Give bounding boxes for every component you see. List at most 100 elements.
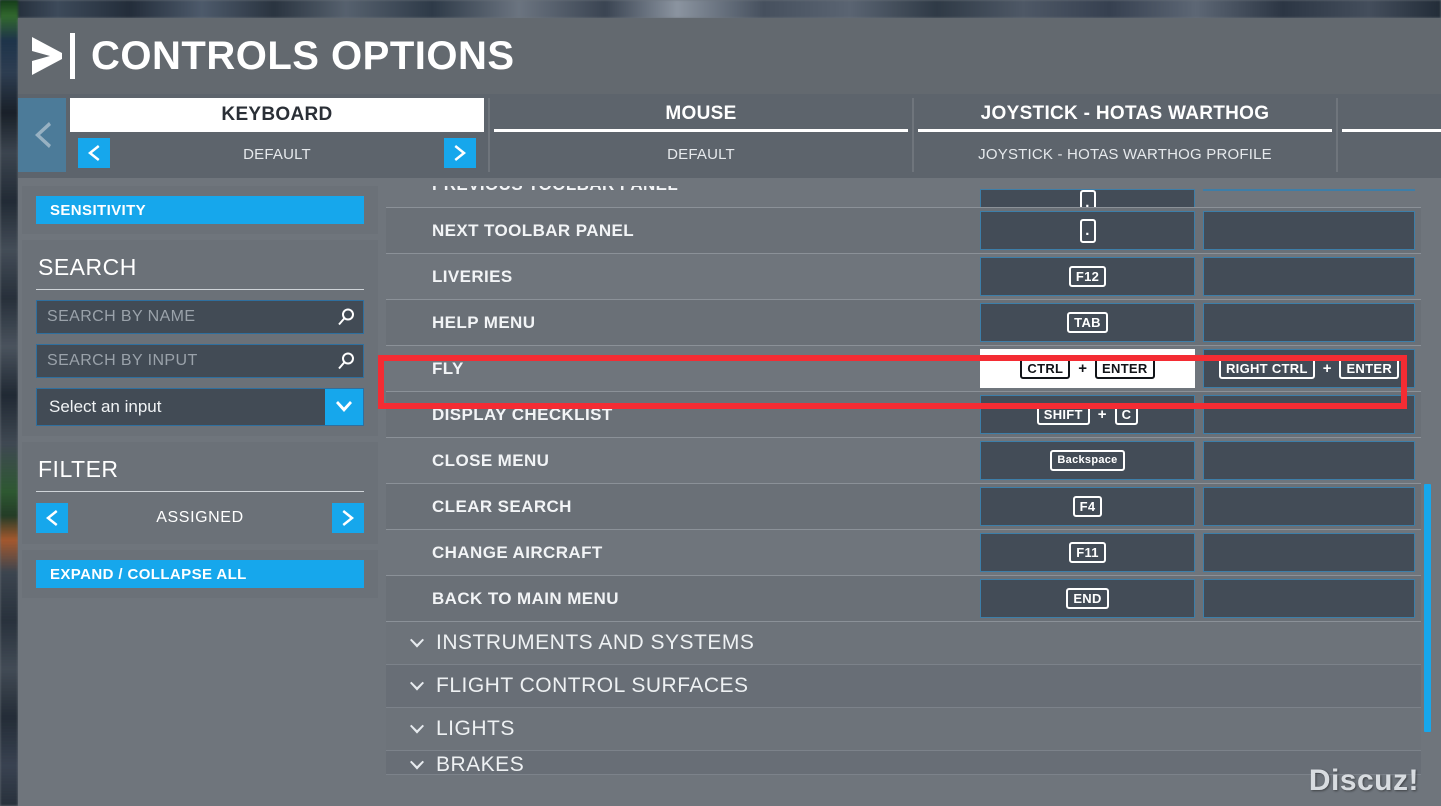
search-by-name-field[interactable] [36, 300, 364, 334]
category-row[interactable]: LIGHTS [386, 708, 1421, 751]
chevron-left-icon [46, 510, 58, 526]
keycap: CTRL [1020, 358, 1071, 379]
table-row[interactable]: PREVIOUS TOOLBAR PANEL. [386, 186, 1421, 208]
category-row[interactable]: INSTRUMENTS AND SYSTEMS [386, 622, 1421, 665]
bindings-scrollbar-thumb[interactable] [1424, 483, 1431, 732]
tab-next-partial[interactable] [1338, 98, 1441, 172]
search-divider [36, 289, 364, 290]
table-row[interactable]: FLY CTRL + ENTER RIGHT CTRL + ENTER [386, 346, 1421, 392]
filter-selector: ASSIGNED [36, 502, 364, 534]
binding-primary-cell[interactable]: SHIFT + C [980, 395, 1195, 434]
table-row[interactable]: CHANGE AIRCRAFT F11 [386, 530, 1421, 576]
tab-mouse[interactable]: MOUSE DEFAULT [490, 98, 914, 172]
binding-secondary-cell[interactable] [1203, 441, 1415, 480]
chevron-down-icon[interactable] [408, 638, 426, 649]
expand-collapse-panel: EXPAND / COLLAPSE ALL [22, 550, 378, 598]
keycap: ENTER [1339, 358, 1400, 379]
keycap: ENTER [1095, 358, 1155, 379]
magnifier-icon[interactable] [336, 351, 356, 371]
binding-secondary-cell[interactable] [1203, 303, 1415, 342]
tab-mouse-profile: DEFAULT [667, 145, 735, 163]
table-row[interactable]: DISPLAY CHECKLIST SHIFT + C [386, 392, 1421, 438]
bindings-scrollbar[interactable] [1420, 186, 1434, 806]
device-tab-bar: KEYBOARD DEFAULT MOUSE DEFAULT JOYSTICK … [18, 94, 1441, 178]
table-row[interactable]: CLEAR SEARCH F4 [386, 484, 1421, 530]
chevron-right-icon [342, 510, 354, 526]
binding-primary-cell[interactable]: F4 [980, 487, 1195, 526]
table-row[interactable]: NEXT TOOLBAR PANEL. [386, 208, 1421, 254]
select-an-input-dropdown[interactable]: Select an input [36, 388, 364, 426]
category-row[interactable]: FLIGHT CONTROL SURFACES [386, 665, 1421, 708]
binding-secondary-cell[interactable] [1203, 579, 1415, 618]
keycap: F11 [1069, 542, 1106, 563]
table-row[interactable]: CLOSE MENU Backspace [386, 438, 1421, 484]
binding-action-name: PREVIOUS TOOLBAR PANEL [386, 186, 976, 207]
filter-next-button[interactable] [332, 503, 364, 533]
binding-primary-cell[interactable]: F12 [980, 257, 1195, 296]
tab-joystick-profile: JOYSTICK - HOTAS WARTHOG PROFILE [978, 145, 1272, 163]
chevron-down-icon[interactable] [325, 389, 363, 425]
tabs-scroll-left-button[interactable] [18, 98, 66, 172]
binding-action-name: FLY [432, 358, 464, 378]
keycap: . [1079, 218, 1096, 243]
binding-secondary-cell[interactable] [1203, 395, 1415, 434]
tab-next-partial-label [1342, 98, 1441, 132]
binding-primary-cell[interactable]: TAB [980, 303, 1195, 342]
binding-secondary-cell[interactable] [1203, 487, 1415, 526]
tab-mouse-label: MOUSE [494, 98, 908, 132]
table-row[interactable]: LIVERIES F12 [386, 254, 1421, 300]
bindings-table: PREVIOUS TOOLBAR PANEL.NEXT TOOLBAR PANE… [386, 186, 1421, 775]
binding-action-name: HELP MENU [432, 312, 536, 332]
binding-primary-cell[interactable]: . [980, 211, 1195, 250]
search-by-name-input[interactable] [37, 301, 363, 333]
category-row[interactable]: BRAKES [386, 751, 1421, 775]
search-panel: SEARCH SEARCH BY NAME SEARCH BY INPUT Se… [22, 240, 378, 436]
search-by-input-input[interactable] [37, 345, 363, 377]
tab-joystick-hotas-warthog[interactable]: JOYSTICK - HOTAS WARTHOG JOYSTICK - HOTA… [914, 98, 1338, 172]
binding-primary-cell[interactable]: CTRL + ENTER [980, 349, 1195, 388]
binding-secondary-cell[interactable]: RIGHT CTRL + ENTER [1203, 349, 1415, 388]
magnifier-icon[interactable] [336, 307, 356, 327]
header-divider [70, 33, 75, 79]
search-panel-title: SEARCH [38, 254, 137, 280]
sensitivity-button[interactable]: SENSITIVITY [36, 196, 364, 224]
key-plus-separator: + [1097, 406, 1107, 423]
search-by-input-field[interactable] [36, 344, 364, 378]
tab-joystick-profile-row: JOYSTICK - HOTAS WARTHOG PROFILE [918, 136, 1332, 172]
category-label: LIGHTS [436, 717, 515, 740]
table-row[interactable]: HELP MENU TAB [386, 300, 1421, 346]
table-row[interactable]: BACK TO MAIN MENU END [386, 576, 1421, 622]
keyboard-profile-prev-button[interactable] [78, 138, 110, 168]
chevron-down-icon[interactable] [408, 724, 426, 735]
binding-primary-cell[interactable]: . [980, 189, 1195, 207]
category-label: BRAKES [436, 753, 525, 775]
tab-keyboard[interactable]: KEYBOARD DEFAULT [66, 98, 490, 172]
binding-action-name: NEXT TOOLBAR PANEL [432, 220, 635, 240]
binding-secondary-cell[interactable] [1203, 533, 1415, 572]
background-image-strip-top [0, 0, 1441, 18]
expand-collapse-all-button[interactable]: EXPAND / COLLAPSE ALL [36, 560, 364, 588]
chevron-down-icon[interactable] [408, 760, 426, 771]
screen-root: CONTROLS OPTIONS KEYBOARD DEFAULT MOUSE … [0, 0, 1441, 806]
keycap: TAB [1067, 312, 1108, 333]
key-plus-separator: + [1322, 360, 1332, 377]
chevron-down-icon[interactable] [408, 681, 426, 692]
key-plus-separator: + [1078, 360, 1088, 377]
binding-primary-cell[interactable]: Backspace [980, 441, 1195, 480]
chevron-right-icon [30, 35, 64, 77]
chevron-right-icon [454, 145, 466, 161]
keycap: Backspace [1050, 450, 1125, 471]
binding-secondary-cell[interactable] [1203, 189, 1415, 191]
options-window: CONTROLS OPTIONS KEYBOARD DEFAULT MOUSE … [18, 18, 1441, 806]
select-an-input-value: Select an input [49, 397, 162, 416]
filter-divider [36, 491, 364, 492]
tab-keyboard-label: KEYBOARD [70, 98, 484, 132]
filter-prev-button[interactable] [36, 503, 68, 533]
binding-primary-cell[interactable]: F11 [980, 533, 1195, 572]
binding-secondary-cell[interactable] [1203, 257, 1415, 296]
binding-primary-cell[interactable]: END [980, 579, 1195, 618]
binding-secondary-cell[interactable] [1203, 211, 1415, 250]
binding-action-name: CLOSE MENU [432, 450, 550, 470]
keyboard-profile-next-button[interactable] [444, 138, 476, 168]
binding-action-name: CLEAR SEARCH [432, 496, 572, 516]
